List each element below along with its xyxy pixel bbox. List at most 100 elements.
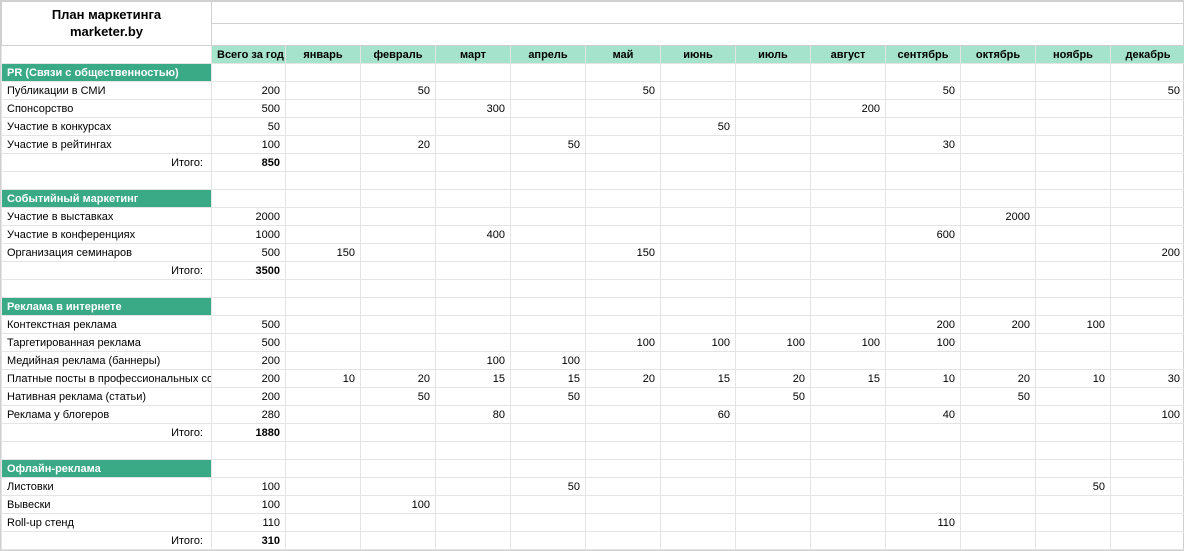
cell[interactable] bbox=[286, 532, 361, 550]
month-cell[interactable] bbox=[361, 316, 436, 334]
section-total-value[interactable]: 310 bbox=[212, 532, 286, 550]
cell[interactable] bbox=[212, 460, 286, 478]
month-cell[interactable] bbox=[811, 82, 886, 100]
month-cell[interactable] bbox=[436, 82, 511, 100]
month-cell[interactable]: 100 bbox=[1036, 316, 1111, 334]
month-cell[interactable] bbox=[736, 244, 811, 262]
month-cell[interactable] bbox=[1111, 334, 1184, 352]
cell[interactable] bbox=[1111, 460, 1184, 478]
cell[interactable] bbox=[286, 298, 361, 316]
cell[interactable] bbox=[886, 64, 961, 82]
month-cell[interactable]: 100 bbox=[1111, 406, 1184, 424]
cell[interactable] bbox=[961, 280, 1036, 298]
month-cell[interactable] bbox=[436, 478, 511, 496]
month-cell[interactable] bbox=[961, 118, 1036, 136]
month-cell[interactable] bbox=[436, 118, 511, 136]
month-cell[interactable] bbox=[361, 334, 436, 352]
month-cell[interactable]: 50 bbox=[661, 118, 736, 136]
cell[interactable] bbox=[586, 442, 661, 460]
month-cell[interactable] bbox=[511, 100, 586, 118]
month-cell[interactable] bbox=[586, 352, 661, 370]
cell[interactable] bbox=[961, 190, 1036, 208]
cell[interactable] bbox=[1036, 532, 1111, 550]
cell[interactable] bbox=[811, 424, 886, 442]
cell[interactable] bbox=[586, 190, 661, 208]
year-total-cell[interactable]: 280 bbox=[212, 406, 286, 424]
month-cell[interactable] bbox=[1111, 316, 1184, 334]
cell[interactable] bbox=[286, 280, 361, 298]
month-cell[interactable]: 200 bbox=[1111, 244, 1184, 262]
cell[interactable] bbox=[961, 172, 1036, 190]
month-cell[interactable]: 100 bbox=[811, 334, 886, 352]
month-cell[interactable] bbox=[661, 352, 736, 370]
year-total-cell[interactable]: 500 bbox=[212, 244, 286, 262]
month-cell[interactable] bbox=[1111, 136, 1184, 154]
cell[interactable] bbox=[811, 280, 886, 298]
month-cell[interactable] bbox=[1036, 244, 1111, 262]
cell[interactable] bbox=[886, 532, 961, 550]
month-cell[interactable] bbox=[286, 388, 361, 406]
month-cell[interactable]: 50 bbox=[361, 388, 436, 406]
cell[interactable] bbox=[661, 190, 736, 208]
cell[interactable] bbox=[586, 460, 661, 478]
cell[interactable] bbox=[286, 424, 361, 442]
month-cell[interactable] bbox=[286, 406, 361, 424]
year-total-cell[interactable]: 100 bbox=[212, 478, 286, 496]
month-cell[interactable] bbox=[736, 100, 811, 118]
month-cell[interactable]: 100 bbox=[661, 334, 736, 352]
month-cell[interactable]: 10 bbox=[286, 370, 361, 388]
cell[interactable] bbox=[361, 154, 436, 172]
month-cell[interactable] bbox=[511, 244, 586, 262]
month-cell[interactable] bbox=[511, 316, 586, 334]
cell[interactable] bbox=[1111, 262, 1184, 280]
month-cell[interactable] bbox=[1036, 388, 1111, 406]
cell[interactable] bbox=[961, 424, 1036, 442]
cell[interactable] bbox=[286, 442, 361, 460]
cell[interactable] bbox=[1111, 298, 1184, 316]
month-cell[interactable] bbox=[511, 514, 586, 532]
month-cell[interactable] bbox=[1111, 352, 1184, 370]
month-cell[interactable] bbox=[811, 406, 886, 424]
cell[interactable] bbox=[1111, 532, 1184, 550]
year-total-cell[interactable]: 500 bbox=[212, 334, 286, 352]
cell[interactable] bbox=[2, 172, 212, 190]
month-cell[interactable] bbox=[811, 352, 886, 370]
month-cell[interactable]: 20 bbox=[586, 370, 661, 388]
cell[interactable] bbox=[436, 280, 511, 298]
year-total-cell[interactable]: 1000 bbox=[212, 226, 286, 244]
month-cell[interactable] bbox=[511, 118, 586, 136]
month-cell[interactable] bbox=[661, 244, 736, 262]
month-cell[interactable] bbox=[1111, 208, 1184, 226]
cell[interactable] bbox=[586, 172, 661, 190]
cell[interactable] bbox=[661, 532, 736, 550]
month-cell[interactable]: 100 bbox=[586, 334, 661, 352]
month-cell[interactable] bbox=[1036, 514, 1111, 532]
month-cell[interactable] bbox=[361, 100, 436, 118]
month-cell[interactable]: 50 bbox=[511, 478, 586, 496]
month-cell[interactable] bbox=[736, 208, 811, 226]
cell[interactable] bbox=[1036, 172, 1111, 190]
month-cell[interactable] bbox=[661, 226, 736, 244]
cell[interactable] bbox=[886, 190, 961, 208]
cell[interactable] bbox=[736, 172, 811, 190]
cell[interactable] bbox=[286, 172, 361, 190]
cell[interactable] bbox=[511, 298, 586, 316]
month-cell[interactable] bbox=[811, 226, 886, 244]
month-cell[interactable] bbox=[1036, 208, 1111, 226]
cell[interactable] bbox=[1111, 442, 1184, 460]
cell[interactable] bbox=[511, 442, 586, 460]
cell[interactable] bbox=[886, 154, 961, 172]
month-cell[interactable]: 100 bbox=[511, 352, 586, 370]
cell[interactable] bbox=[511, 424, 586, 442]
cell[interactable] bbox=[736, 64, 811, 82]
month-cell[interactable] bbox=[961, 406, 1036, 424]
month-cell[interactable] bbox=[661, 100, 736, 118]
cell[interactable] bbox=[811, 532, 886, 550]
month-cell[interactable] bbox=[511, 406, 586, 424]
month-cell[interactable] bbox=[436, 208, 511, 226]
month-cell[interactable] bbox=[1111, 118, 1184, 136]
month-cell[interactable]: 50 bbox=[736, 388, 811, 406]
month-cell[interactable] bbox=[811, 136, 886, 154]
cell[interactable] bbox=[1111, 190, 1184, 208]
cell[interactable] bbox=[1036, 298, 1111, 316]
